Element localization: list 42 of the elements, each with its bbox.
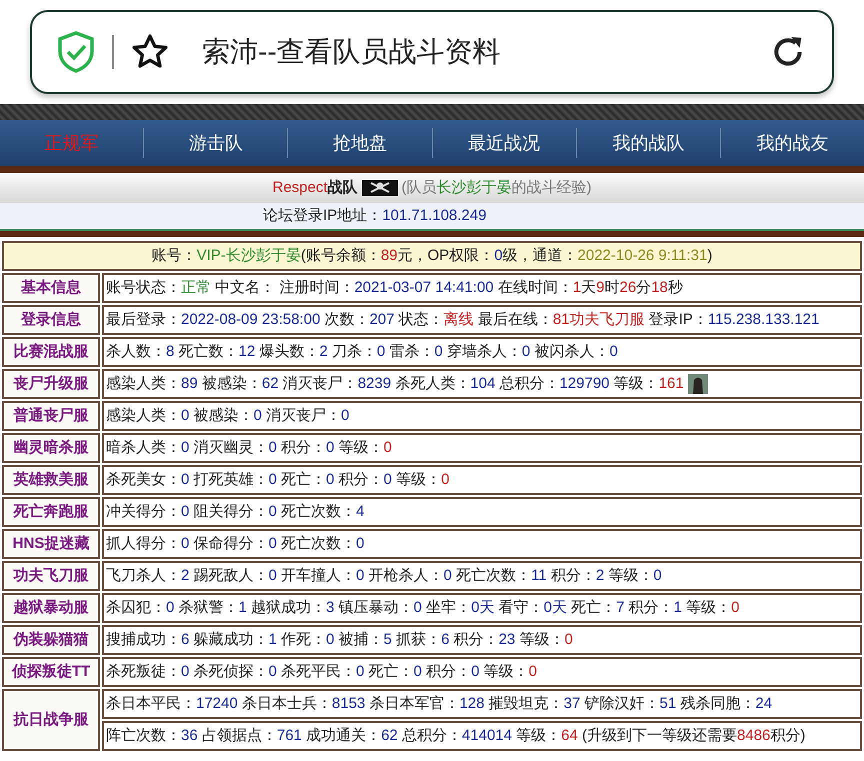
nav-tab[interactable]: 我的战队	[576, 120, 720, 166]
stats-line: 杀囚犯：0 杀狱警：1 越狱成功：3 镇压暴动：0 坐牢：0天 看守：0天 死亡：7 积分：1 等级：0	[106, 598, 740, 618]
stats-line: 杀人数：8 死亡数：12 爆头数：2 刀杀：0 雷杀：0 穿墙杀人：0 被闪杀人：0	[106, 342, 618, 362]
account-line: 账号：VIP-长沙彭于晏(账号余额：89元，OP权限：0级，通道：2022-10-26 9:11:31)	[152, 246, 712, 266]
category-cell: 越狱暴动服	[2, 593, 100, 623]
category-cell: 基本信息	[2, 273, 100, 303]
ip-address-line: 论坛登录IP地址：101.71.108.249	[263, 206, 486, 226]
category-cell: 英雄救美服	[2, 465, 100, 495]
category-cell: 伪装躲猫猫	[2, 625, 100, 655]
category-cell: HNS捉迷藏	[2, 529, 100, 559]
stats-line: 冲关得分：0 阻关得分：0 死亡次数：4	[106, 502, 364, 522]
category-cell: 登录信息	[2, 305, 100, 335]
pirate-flag-icon	[362, 180, 398, 196]
stats-line: 飞刀杀人：2 踢死敌人：0 开车撞人：0 开枪杀人：0 死亡次数：11 积分：2 等级：0	[106, 566, 662, 586]
nav-tab[interactable]: 我的战友	[720, 120, 864, 166]
page-title: 索沛--查看队员战斗资料	[202, 35, 502, 69]
nav-tab[interactable]: 游击队	[144, 120, 288, 166]
category-cell: 侦探叛徒TT	[2, 657, 100, 687]
stats-line: 暗杀人类：0 消灭幽灵：0 积分：0 等级：0	[106, 438, 392, 458]
category-cell: 比赛混战服	[2, 337, 100, 367]
stats-line: 杀死美女：0 打死英雄：0 死亡：0 积分：0 等级：0	[106, 470, 450, 490]
nav-tab[interactable]: 最近战况	[432, 120, 576, 166]
stats-line: 抓人得分：0 保命得分：0 死亡次数：0	[106, 534, 364, 554]
stats-line: 杀日本平民：17240 杀日本士兵：8153 杀日本军官：128 摧毁坦克：37 铲除汉奸：51 残杀同胞：24	[106, 694, 772, 714]
nav-tab[interactable]: 抢地盘	[288, 120, 432, 166]
category-cell: 幽灵暗杀服	[2, 433, 100, 463]
stats-line: 账号状态：正常 中文名： 注册时间：2021-03-07 14:41:00 在线时间：1天9时26分18秒	[106, 278, 683, 298]
category-cell: 抗日战争服	[2, 689, 100, 751]
team-title: Respect战队	[272, 178, 358, 198]
team-subtitle: (队员长沙彭于晏的战斗经验)	[402, 178, 592, 198]
stats-line: 最后登录：2022-08-09 23:58:00 次数：207 状态：离线 最后在线：81功夫飞刀服 登录IP：115.238.133.121	[106, 310, 820, 330]
address-bar[interactable]: 索沛--查看队员战斗资料	[30, 10, 834, 94]
stats-line: 阵亡次数：36 占领据点：761 成功通关：62 总积分：414014 等级：64 (升级到下一等级还需要8486积分)	[106, 726, 806, 746]
category-cell: 普通丧尸服	[2, 401, 100, 431]
stats-line: 感染人类：89 被感染：62 消灭丧尸：8239 杀死人类：104 总积分：129790 等级：161	[106, 374, 684, 394]
shield-icon	[56, 30, 96, 74]
category-cell: 死亡奔跑服	[2, 497, 100, 527]
category-cell: 丧尸升级服	[2, 369, 100, 399]
stats-line: 搜捕成功：6 躲藏成功：1 作死：0 被捕：5 抓获：6 积分：23 等级：0	[106, 630, 573, 650]
category-cell: 功夫飞刀服	[2, 561, 100, 591]
stats-line: 杀死叛徒：0 杀死侦探：0 杀死平民：0 死亡：0 积分：0 等级：0	[106, 662, 537, 682]
stats-line: 感染人类：0 被感染：0 消灭丧尸：0	[106, 406, 350, 426]
